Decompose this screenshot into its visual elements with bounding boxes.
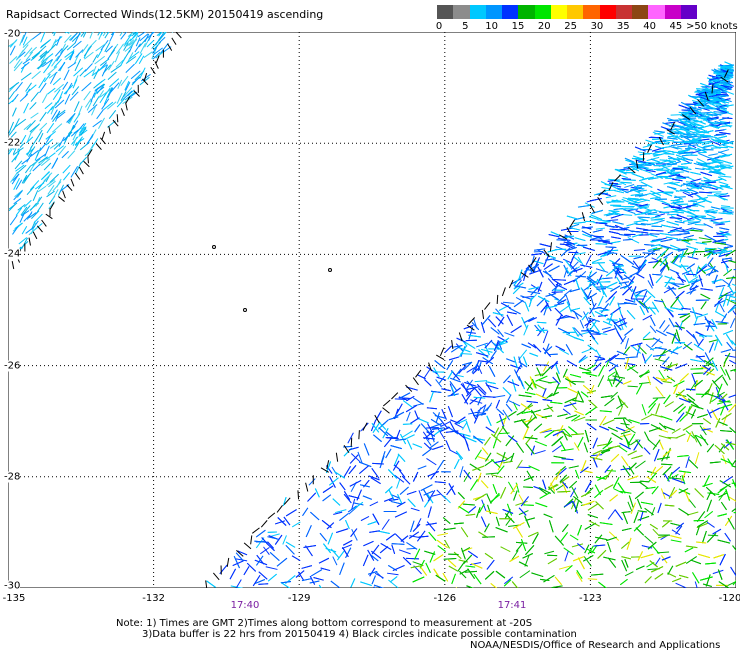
wind-barb	[407, 548, 416, 549]
wind-barb	[688, 201, 697, 202]
wind-barb	[608, 250, 619, 251]
wind-barb	[653, 398, 666, 399]
colorbar-swatch	[600, 5, 616, 19]
wind-vector-map	[8, 32, 736, 588]
wind-barb	[695, 225, 707, 226]
wind-barb	[674, 197, 686, 198]
wind-barb	[709, 192, 722, 193]
wind-barb	[372, 463, 384, 464]
wind-barb	[572, 381, 585, 382]
wind-barb	[610, 229, 620, 230]
wind-barb	[721, 165, 731, 166]
colorbar-label: 10	[485, 21, 498, 32]
wind-barb	[665, 178, 674, 179]
wind-barb	[691, 369, 704, 370]
wind-barb	[590, 240, 603, 241]
colorbar-swatch	[453, 5, 469, 19]
colorbar-swatch	[567, 5, 583, 19]
wind-barb	[695, 216, 706, 217]
wind-barb	[713, 140, 723, 141]
wind-barb	[650, 234, 660, 235]
colorbar-swatch	[470, 5, 486, 19]
wind-barb	[606, 320, 617, 321]
wind-barb	[523, 487, 533, 488]
colorbar-label: 45	[670, 21, 683, 32]
colorbar-label: 0	[436, 21, 442, 32]
wind-barb	[673, 284, 684, 285]
colorbar-swatch	[535, 5, 551, 19]
colorbar-swatch	[518, 5, 534, 19]
wind-barb	[588, 579, 597, 580]
colorbar-swatch	[486, 5, 502, 19]
colorbar-swatch	[632, 5, 648, 19]
colorbar-label: 20	[538, 21, 551, 32]
wind-barb	[537, 322, 546, 323]
colorbar-swatch	[665, 5, 681, 19]
colorbar-swatch	[437, 5, 453, 19]
colorbar-label: 35	[617, 21, 630, 32]
wind-barb	[638, 217, 650, 218]
colorbar-label: 5	[462, 21, 468, 32]
colorbar-swatch	[681, 5, 697, 19]
wind-barb	[628, 386, 638, 387]
colorbar-label: 25	[564, 21, 577, 32]
wind-barb	[117, 114, 118, 122]
wind-barb	[258, 584, 268, 585]
colorbar-label: 30	[591, 21, 604, 32]
colorbar-swatch	[616, 5, 632, 19]
colorbar-label: 15	[512, 21, 525, 32]
wind-barb	[622, 206, 634, 207]
wind-barb	[596, 244, 608, 245]
colorbar-swatch	[648, 5, 664, 19]
wind-barb	[88, 155, 89, 163]
colorbar-swatch	[583, 5, 599, 19]
colorbar-swatch	[502, 5, 518, 19]
wind-barb	[722, 118, 732, 119]
map-title: Rapidsact Corrected Winds(12.5KM) 201504…	[6, 8, 323, 21]
wind-barb	[708, 535, 718, 536]
wind-barb	[661, 464, 672, 465]
wind-barb	[621, 182, 632, 183]
colorbar-swatch	[551, 5, 567, 19]
wind-barb	[693, 373, 703, 374]
colorbar-unit-label: >50 knots	[686, 21, 738, 32]
wind-speed-colorbar	[437, 5, 697, 19]
colorbar-label: 40	[643, 21, 656, 32]
